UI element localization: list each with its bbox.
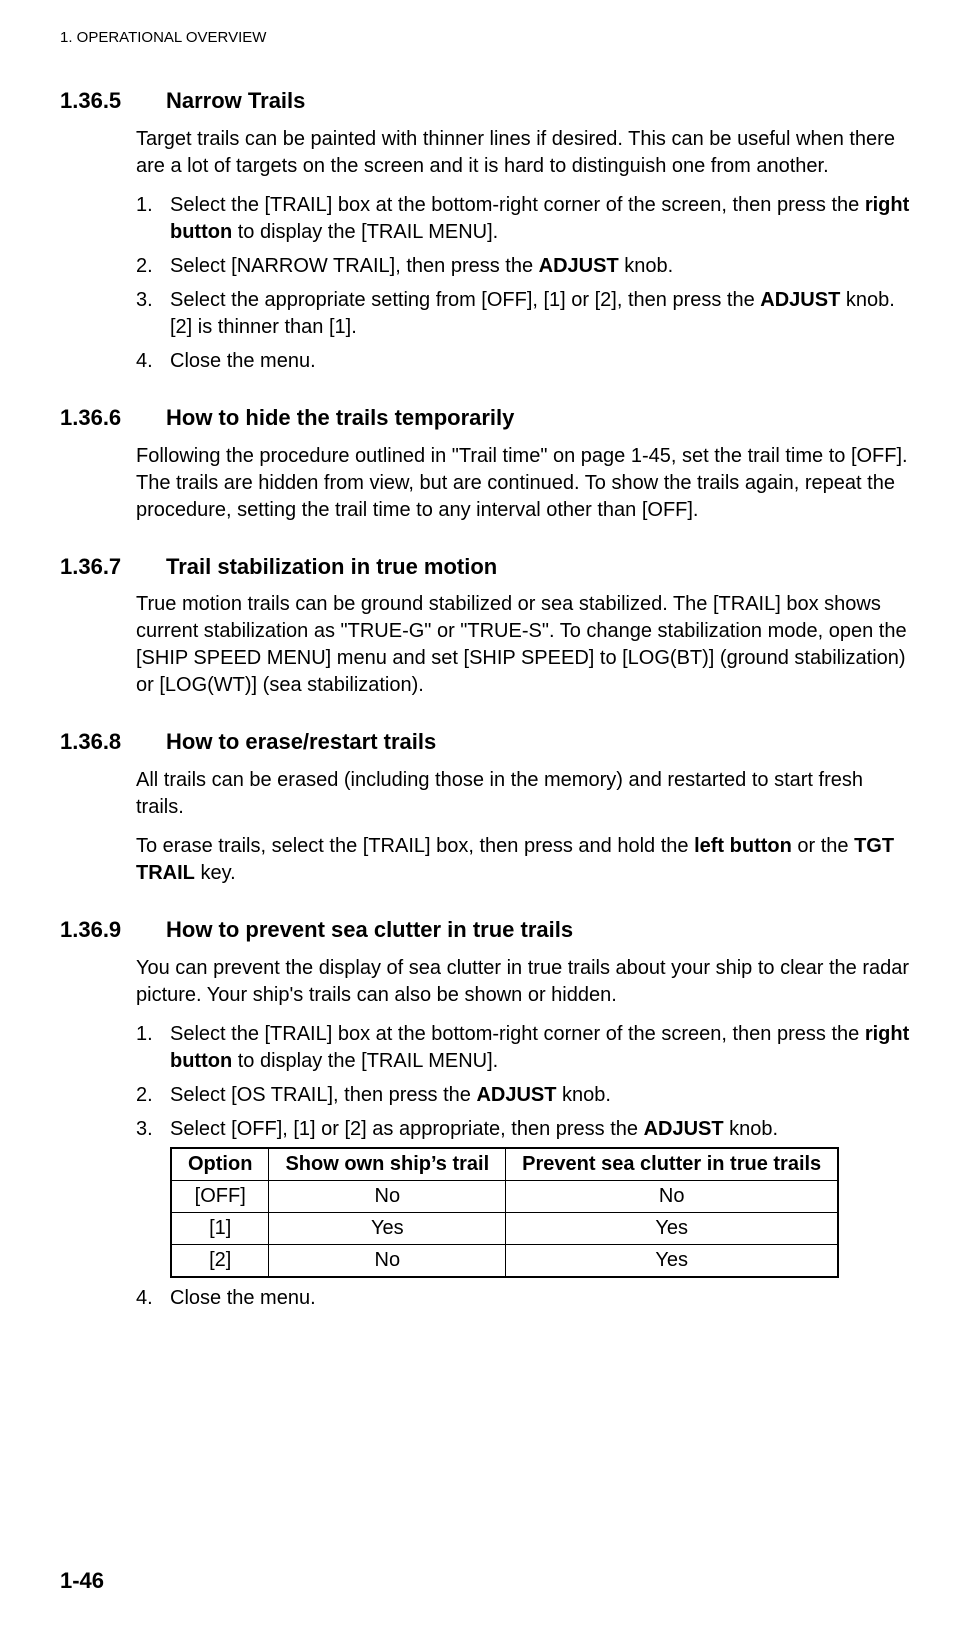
- step-bold: ADJUST: [539, 255, 619, 277]
- step-3: Select [OFF], [1] or [2] as appropriate,…: [136, 1116, 910, 1278]
- step-text: Select [OFF], [1] or [2] as appropriate,…: [170, 1118, 644, 1140]
- section-para-1: All trails can be erased (including thos…: [136, 767, 910, 821]
- section-title: Trail stabilization in true motion: [166, 552, 497, 582]
- table-cell: [OFF]: [171, 1180, 269, 1212]
- section-1-36-7: 1.36.7 Trail stabilization in true motio…: [60, 552, 910, 700]
- table-header: Prevent sea clutter in true trails: [506, 1148, 839, 1181]
- table-cell: Yes: [506, 1212, 839, 1244]
- step-text: Select the appropriate setting from [OFF…: [170, 289, 760, 311]
- step-text: Select [OS TRAIL], then press the: [170, 1084, 476, 1106]
- step-3: Select the appropriate setting from [OFF…: [136, 287, 910, 341]
- step-text: knob.: [724, 1118, 778, 1140]
- section-1-36-6: 1.36.6 How to hide the trails temporaril…: [60, 403, 910, 524]
- page-number: 1-46: [60, 1566, 104, 1596]
- section-title: How to prevent sea clutter in true trail…: [166, 915, 573, 945]
- step-text: Select the [TRAIL] box at the bottom-rig…: [170, 1023, 865, 1045]
- step-4: Close the menu.: [136, 348, 910, 375]
- section-intro: You can prevent the display of sea clutt…: [136, 955, 910, 1009]
- table-row: [1] Yes Yes: [171, 1212, 838, 1244]
- step-4: Close the menu.: [136, 1285, 910, 1312]
- section-title: How to hide the trails temporarily: [166, 403, 514, 433]
- section-para-2: To erase trails, select the [TRAIL] box,…: [136, 833, 910, 887]
- section-number: 1.36.8: [60, 727, 136, 757]
- table-row: [OFF] No No: [171, 1180, 838, 1212]
- table-cell: No: [269, 1180, 506, 1212]
- section-title: Narrow Trails: [166, 86, 305, 116]
- step-text: Select the [TRAIL] box at the bottom-rig…: [170, 194, 865, 216]
- table-header: Show own ship’s trail: [269, 1148, 506, 1181]
- step-bold: ADJUST: [644, 1118, 724, 1140]
- step-text: Select [NARROW TRAIL], then press the: [170, 255, 539, 277]
- section-body: Following the procedure outlined in "Tra…: [136, 443, 910, 524]
- para-text: To erase trails, select the [TRAIL] box,…: [136, 835, 694, 857]
- ordered-steps: Select the [TRAIL] box at the bottom-rig…: [136, 1021, 910, 1312]
- section-number: 1.36.6: [60, 403, 136, 433]
- step-text: Close the menu.: [170, 1287, 316, 1309]
- para-text: or the: [792, 835, 854, 857]
- table-header: Option: [171, 1148, 269, 1181]
- section-body: True motion trails can be ground stabili…: [136, 591, 910, 699]
- step-1: Select the [TRAIL] box at the bottom-rig…: [136, 1021, 910, 1075]
- section-number: 1.36.9: [60, 915, 136, 945]
- table-cell: [1]: [171, 1212, 269, 1244]
- step-text: to display the [TRAIL MENU].: [232, 221, 498, 243]
- step-bold: ADJUST: [476, 1084, 556, 1106]
- section-title: How to erase/restart trails: [166, 727, 436, 757]
- section-number: 1.36.5: [60, 86, 136, 116]
- running-header: 1. OPERATIONAL OVERVIEW: [60, 28, 910, 48]
- step-text: knob.: [619, 255, 673, 277]
- step-bold: ADJUST: [760, 289, 840, 311]
- section-1-36-9: 1.36.9 How to prevent sea clutter in tru…: [60, 915, 910, 1312]
- table-cell: [2]: [171, 1244, 269, 1277]
- para-bold: left button: [694, 835, 792, 857]
- step-2: Select [NARROW TRAIL], then press the AD…: [136, 253, 910, 280]
- ordered-steps: Select the [TRAIL] box at the bottom-rig…: [136, 192, 910, 375]
- step-text: to display the [TRAIL MENU].: [232, 1050, 498, 1072]
- table-row: [2] No Yes: [171, 1244, 838, 1277]
- section-number: 1.36.7: [60, 552, 136, 582]
- section-1-36-5: 1.36.5 Narrow Trails Target trails can b…: [60, 86, 910, 375]
- table-cell: No: [506, 1180, 839, 1212]
- step-text: knob.: [556, 1084, 610, 1106]
- table-cell: Yes: [506, 1244, 839, 1277]
- step-1: Select the [TRAIL] box at the bottom-rig…: [136, 192, 910, 246]
- table-cell: No: [269, 1244, 506, 1277]
- step-2: Select [OS TRAIL], then press the ADJUST…: [136, 1082, 910, 1109]
- step-text: Close the menu.: [170, 350, 316, 372]
- table-cell: Yes: [269, 1212, 506, 1244]
- section-1-36-8: 1.36.8 How to erase/restart trails All t…: [60, 727, 910, 887]
- para-text: key.: [195, 862, 236, 884]
- section-intro: Target trails can be painted with thinne…: [136, 126, 910, 180]
- options-table: Option Show own ship’s trail Prevent sea…: [170, 1147, 839, 1278]
